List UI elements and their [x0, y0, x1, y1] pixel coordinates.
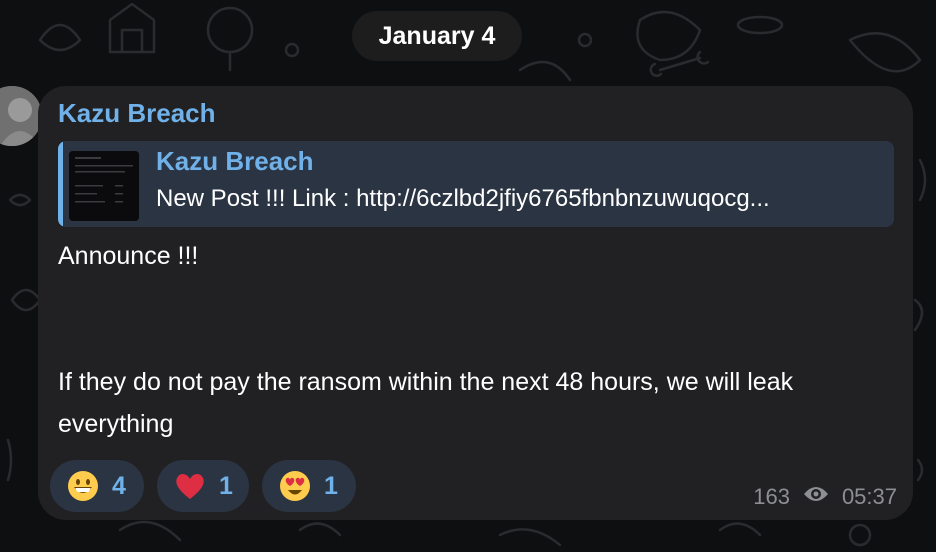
red-heart-emoji-icon: [173, 469, 207, 503]
message-bubble[interactable]: Kazu Breach Kazu Breach New Post !!! Lin…: [38, 86, 913, 520]
eye-icon: [802, 484, 830, 510]
reply-author: Kazu Breach: [156, 146, 314, 176]
date-label: January 4: [378, 21, 496, 50]
reaction-count: 4: [112, 471, 126, 500]
reaction-count: 1: [219, 471, 233, 500]
reaction-count: 1: [324, 471, 338, 500]
grinning-face-emoji-icon: [66, 469, 100, 503]
message-text-body: If they do not pay the ransom within the…: [58, 368, 794, 438]
reaction-grinning[interactable]: 4: [50, 460, 144, 512]
reaction-heart[interactable]: 1: [157, 460, 249, 512]
reply-thumbnail: [69, 151, 139, 221]
reactions-row: 4 1 1: [50, 460, 356, 512]
message-meta: 163 05:37: [753, 484, 897, 510]
date-separator: January 4: [352, 11, 522, 61]
thumbnail-image: [69, 151, 139, 221]
heart-eyes-emoji-icon: [278, 469, 312, 503]
reply-accent-bar: [58, 141, 63, 227]
reply-text: New Post !!! Link : http://6czlbd2jfiy67…: [156, 185, 770, 212]
sender-name[interactable]: Kazu Breach: [58, 98, 216, 129]
reply-preview[interactable]: Kazu Breach New Post !!! Link : http://6…: [58, 141, 894, 227]
reaction-heart-eyes[interactable]: 1: [262, 460, 356, 512]
view-count: 163: [753, 484, 790, 509]
message-time: 05:37: [841, 484, 897, 509]
message-text-heading: Announce !!!: [58, 242, 199, 270]
